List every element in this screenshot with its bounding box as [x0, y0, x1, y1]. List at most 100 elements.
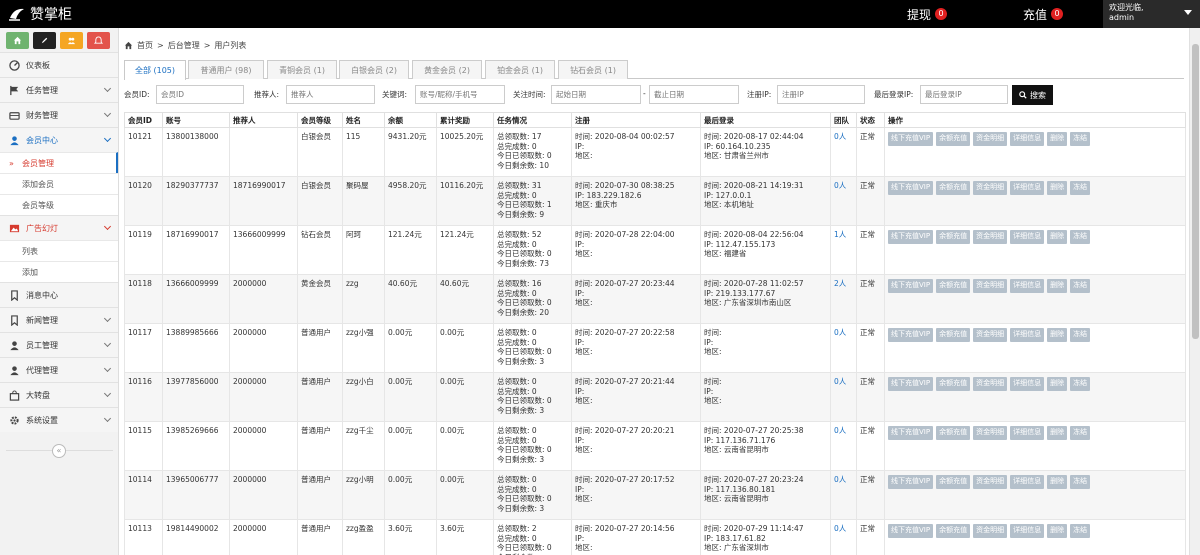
sidebar-subitem-member-manage[interactable]: 会员管理 [0, 152, 118, 173]
balance-recharge-button[interactable]: 余额充值 [936, 230, 971, 244]
reg-ip-input[interactable] [777, 85, 865, 104]
offline-vip-recharge-button[interactable]: 线下充值VIP [888, 377, 934, 391]
sidebar-item-wheel[interactable]: 大转盘 [0, 382, 118, 407]
offline-vip-recharge-button[interactable]: 线下充值VIP [888, 328, 934, 342]
search-button[interactable]: 搜索 [1012, 85, 1053, 105]
freeze-button[interactable]: 冻结 [1070, 524, 1091, 538]
freeze-button[interactable]: 冻结 [1070, 328, 1091, 342]
fund-detail-button[interactable]: 资金明细 [973, 475, 1008, 489]
tab-all[interactable]: 全部 (105) [124, 60, 186, 80]
fund-detail-button[interactable]: 资金明细 [973, 377, 1008, 391]
sidebar-item-settings[interactable]: 系统设置 [0, 407, 118, 432]
balance-recharge-button[interactable]: 余额充值 [936, 475, 971, 489]
balance-recharge-button[interactable]: 余额充值 [936, 524, 971, 538]
freeze-button[interactable]: 冻结 [1070, 181, 1091, 195]
detail-info-button[interactable]: 详细信息 [1010, 426, 1045, 440]
freeze-button[interactable]: 冻结 [1070, 279, 1091, 293]
balance-recharge-button[interactable]: 余额充值 [936, 328, 971, 342]
start-date-input[interactable] [551, 85, 641, 104]
delete-button[interactable]: 删除 [1047, 475, 1068, 489]
detail-info-button[interactable]: 详细信息 [1010, 377, 1045, 391]
tab-platinum[interactable]: 铂金会员 (1) [485, 60, 555, 79]
withdraw-link[interactable]: 提现 0 [907, 0, 948, 28]
sidebar-item-dashboard[interactable]: 仪表板 [0, 52, 118, 77]
tab-normal[interactable]: 普通用户 (98) [188, 60, 264, 79]
bell-icon[interactable] [87, 32, 110, 49]
balance-recharge-button[interactable]: 余额充值 [936, 377, 971, 391]
sidebar-item-tasks[interactable]: 任务管理 [0, 77, 118, 102]
offline-vip-recharge-button[interactable]: 线下充值VIP [888, 524, 934, 538]
sidebar-item-agents[interactable]: 代理管理 [0, 357, 118, 382]
team-link[interactable]: 0人 [834, 328, 846, 337]
sidebar-item-member-center[interactable]: 会员中心 [0, 127, 118, 152]
referrer-input[interactable] [286, 85, 375, 104]
freeze-button[interactable]: 冻结 [1070, 426, 1091, 440]
team-link[interactable]: 0人 [834, 181, 846, 190]
delete-button[interactable]: 删除 [1047, 230, 1068, 244]
user-menu[interactable]: 欢迎光临, admin [1103, 0, 1200, 28]
offline-vip-recharge-button[interactable]: 线下充值VIP [888, 426, 934, 440]
balance-recharge-button[interactable]: 余额充值 [936, 426, 971, 440]
sidebar-subitem-ad-add[interactable]: 添加 [0, 261, 118, 282]
team-link[interactable]: 0人 [834, 132, 846, 141]
delete-button[interactable]: 删除 [1047, 524, 1068, 538]
offline-vip-recharge-button[interactable]: 线下充值VIP [888, 475, 934, 489]
sidebar-item-finance[interactable]: 财务管理 [0, 102, 118, 127]
team-link[interactable]: 0人 [834, 377, 846, 386]
sidebar-subitem-add-member[interactable]: 添加会员 [0, 173, 118, 194]
detail-info-button[interactable]: 详细信息 [1010, 181, 1045, 195]
sidebar-item-ads[interactable]: 广告幻灯 [0, 215, 118, 240]
offline-vip-recharge-button[interactable]: 线下充值VIP [888, 181, 934, 195]
balance-recharge-button[interactable]: 余额充值 [936, 132, 971, 146]
delete-button[interactable]: 删除 [1047, 426, 1068, 440]
breadcrumb-admin[interactable]: 后台管理 [168, 40, 200, 51]
team-link[interactable]: 2人 [834, 279, 846, 288]
fund-detail-button[interactable]: 资金明细 [973, 328, 1008, 342]
sidebar-item-news[interactable]: 新闻管理 [0, 307, 118, 332]
sidebar-item-staff[interactable]: 员工管理 [0, 332, 118, 357]
pencil-icon[interactable] [33, 32, 56, 49]
users-icon[interactable] [60, 32, 83, 49]
delete-button[interactable]: 删除 [1047, 377, 1068, 391]
fund-detail-button[interactable]: 资金明细 [973, 181, 1008, 195]
detail-info-button[interactable]: 详细信息 [1010, 475, 1045, 489]
team-link[interactable]: 1人 [834, 230, 846, 239]
freeze-button[interactable]: 冻结 [1070, 230, 1091, 244]
offline-vip-recharge-button[interactable]: 线下充值VIP [888, 279, 934, 293]
fund-detail-button[interactable]: 资金明细 [973, 426, 1008, 440]
offline-vip-recharge-button[interactable]: 线下充值VIP [888, 132, 934, 146]
tab-diamond[interactable]: 钻石会员 (1) [558, 60, 628, 79]
last-ip-input[interactable] [920, 85, 1008, 104]
sidebar-subitem-ad-list[interactable]: 列表 [0, 240, 118, 261]
freeze-button[interactable]: 冻结 [1070, 475, 1091, 489]
team-link[interactable]: 0人 [834, 524, 846, 533]
detail-info-button[interactable]: 详细信息 [1010, 230, 1045, 244]
fund-detail-button[interactable]: 资金明细 [973, 132, 1008, 146]
freeze-button[interactable]: 冻结 [1070, 132, 1091, 146]
delete-button[interactable]: 删除 [1047, 132, 1068, 146]
recharge-link[interactable]: 充值 0 [1023, 0, 1064, 28]
fund-detail-button[interactable]: 资金明细 [973, 524, 1008, 538]
sidebar-subitem-member-level[interactable]: 会员等级 [0, 194, 118, 215]
detail-info-button[interactable]: 详细信息 [1010, 279, 1045, 293]
fund-detail-button[interactable]: 资金明细 [973, 230, 1008, 244]
balance-recharge-button[interactable]: 余额充值 [936, 181, 971, 195]
member-id-input[interactable] [156, 85, 244, 104]
balance-recharge-button[interactable]: 余额充值 [936, 279, 971, 293]
delete-button[interactable]: 删除 [1047, 328, 1068, 342]
team-link[interactable]: 0人 [834, 426, 846, 435]
scrollbar-thumb[interactable] [1192, 44, 1199, 339]
keyword-input[interactable] [415, 85, 505, 104]
tab-bronze[interactable]: 青铜会员 (1) [267, 60, 337, 79]
fund-detail-button[interactable]: 资金明细 [973, 279, 1008, 293]
delete-button[interactable]: 删除 [1047, 181, 1068, 195]
detail-info-button[interactable]: 详细信息 [1010, 524, 1045, 538]
offline-vip-recharge-button[interactable]: 线下充值VIP [888, 230, 934, 244]
sidebar-item-messages[interactable]: 消息中心 [0, 282, 118, 307]
team-link[interactable]: 0人 [834, 475, 846, 484]
tab-gold[interactable]: 黄金会员 (2) [412, 60, 482, 79]
detail-info-button[interactable]: 详细信息 [1010, 328, 1045, 342]
delete-button[interactable]: 删除 [1047, 279, 1068, 293]
brand[interactable]: 赞掌柜 [8, 0, 72, 28]
freeze-button[interactable]: 冻结 [1070, 377, 1091, 391]
